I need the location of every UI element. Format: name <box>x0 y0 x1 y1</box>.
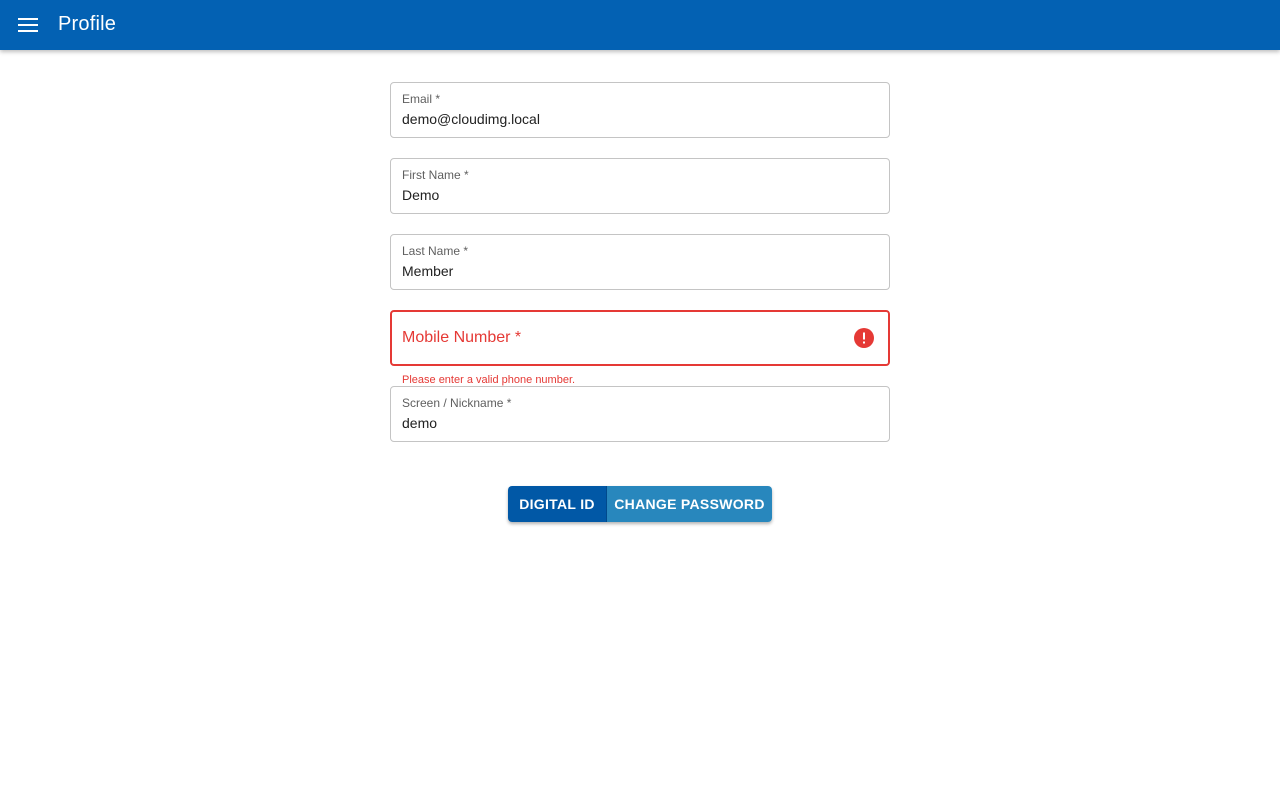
app-bar: Profile <box>0 0 1280 50</box>
first-name-field[interactable]: First Name * <box>390 158 890 214</box>
mobile-number-field[interactable]: Mobile Number * <box>390 310 890 366</box>
mobile-number-input[interactable] <box>402 329 832 347</box>
nickname-input[interactable] <box>402 414 872 432</box>
menu-icon <box>18 18 38 32</box>
last-name-label: Last Name * <box>402 244 469 258</box>
email-field[interactable]: Email * <box>390 82 890 138</box>
first-name-input[interactable] <box>402 186 872 204</box>
last-name-field[interactable]: Last Name * <box>390 234 890 290</box>
profile-actions: DIGITAL ID CHANGE PASSWORD <box>508 486 772 522</box>
last-name-input[interactable] <box>402 262 872 280</box>
error-circle-icon <box>854 328 874 348</box>
nickname-field[interactable]: Screen / Nickname * <box>390 386 890 442</box>
nickname-label: Screen / Nickname * <box>402 396 512 410</box>
digital-id-button[interactable]: DIGITAL ID <box>508 486 607 522</box>
email-input[interactable] <box>402 110 872 128</box>
mobile-number-error-text: Please enter a valid phone number. <box>402 374 576 386</box>
first-name-label: First Name * <box>402 168 469 182</box>
change-password-button[interactable]: CHANGE PASSWORD <box>607 486 772 522</box>
page-title: Profile <box>58 13 117 35</box>
menu-button[interactable] <box>12 9 44 41</box>
email-label: Email * <box>402 92 441 106</box>
